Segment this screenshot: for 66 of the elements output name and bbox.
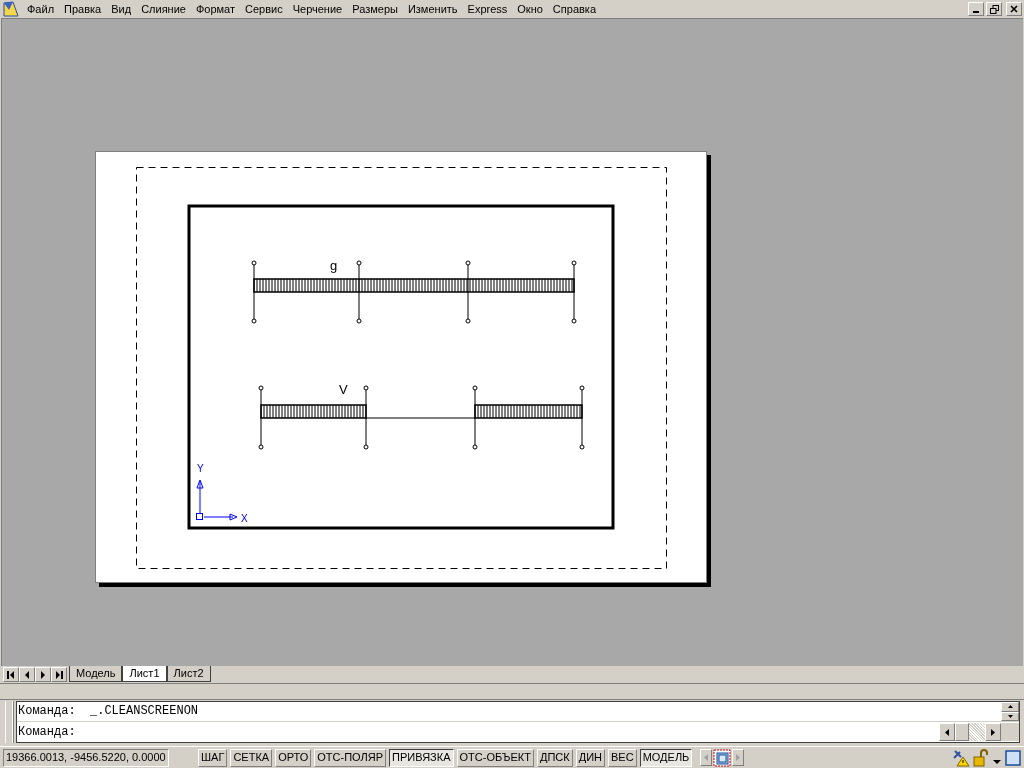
status-toggle[interactable]: ШАГ [198, 748, 228, 767]
right-arrow-icon [39, 670, 47, 679]
last-tab-icon [55, 670, 63, 679]
viewport-scroll-right-button[interactable] [732, 749, 744, 766]
minimize-button[interactable] [968, 2, 984, 16]
menu-item[interactable]: Справка [547, 1, 601, 17]
close-button[interactable] [1006, 2, 1022, 16]
viewport-scroll-left-button[interactable] [700, 749, 712, 766]
menu-item[interactable]: Размеры [347, 1, 403, 17]
up-arrow-icon [1007, 705, 1013, 709]
right-arrow-icon [736, 754, 740, 761]
restore-icon [989, 4, 999, 14]
menu-item[interactable]: Express [462, 1, 513, 17]
menu-item[interactable]: Формат [190, 1, 240, 17]
first-tab-icon [7, 670, 15, 679]
scroll-thumb[interactable] [955, 723, 969, 741]
left-arrow-icon [23, 670, 31, 679]
panel-grip[interactable] [5, 701, 13, 743]
scroll-up-button[interactable] [1001, 702, 1019, 712]
close-icon [1010, 5, 1018, 13]
next-tab-button[interactable] [35, 667, 51, 682]
axis-label: Y [197, 463, 204, 474]
restore-button[interactable] [986, 2, 1002, 16]
status-toggle[interactable]: МОДЕЛЬ [639, 748, 693, 767]
menu-item[interactable]: Сервис [240, 1, 288, 17]
menu-item[interactable]: Вид [106, 1, 137, 17]
previous-tab-button[interactable] [19, 667, 35, 682]
satellite-warning-icon[interactable] [952, 748, 970, 767]
status-toggle[interactable]: ОТС-ОБЪЕКТ [456, 748, 534, 767]
status-toggle[interactable]: ОРТО [275, 748, 312, 767]
load-label: V [339, 382, 348, 397]
command-history-line: Команда: _.CLEANSCREENON [17, 703, 200, 719]
nav-first-tab-button[interactable] [3, 667, 19, 682]
menu-item[interactable]: Черчение [287, 1, 348, 17]
scroll-down-button[interactable] [1001, 711, 1019, 721]
status-toggle[interactable]: ОТС-ПОЛЯР [314, 748, 387, 767]
axis-label: X [241, 513, 248, 524]
load-label: g [330, 258, 338, 273]
menu-item[interactable]: Слияние [136, 1, 191, 17]
layout-tab[interactable]: Лист1 [122, 666, 167, 682]
left-arrow-icon [945, 728, 949, 736]
layout-tab[interactable]: Модель [69, 666, 123, 682]
menu-item[interactable]: Файл [22, 1, 60, 17]
menu-item[interactable]: Изменить [402, 1, 463, 17]
nav-last-tab-button[interactable] [51, 667, 67, 682]
status-toggle[interactable]: ДИН [575, 748, 605, 767]
status-toggle[interactable]: СЕТКА [230, 748, 273, 767]
right-arrow-icon [991, 728, 995, 736]
command-prompt: Команда: [17, 724, 76, 740]
app-logo-icon[interactable] [3, 1, 19, 17]
status-toggle[interactable]: ПРИВЯЗКА [389, 748, 454, 767]
down-arrow-icon [1007, 714, 1013, 718]
padlock-icon[interactable] [973, 748, 989, 767]
coordinates-readout: 19366.0013, -9456.5220, 0.0000 [3, 748, 169, 767]
menu-item[interactable]: Правка [59, 1, 107, 17]
menu-item[interactable]: Окно [512, 1, 548, 17]
scroll-left-button[interactable] [939, 723, 955, 741]
scroll-track[interactable] [969, 723, 985, 741]
scroll-right-button[interactable] [985, 723, 1001, 741]
clean-screen-icon[interactable] [1005, 749, 1021, 766]
layout-tab[interactable]: Лист2 [166, 666, 211, 682]
viewport-icon[interactable] [713, 748, 731, 767]
left-arrow-icon [704, 754, 708, 761]
status-toggle[interactable]: ДПСК [537, 748, 573, 767]
ucs-icon [196, 479, 238, 521]
status-toggle[interactable]: ВЕС [608, 748, 637, 767]
